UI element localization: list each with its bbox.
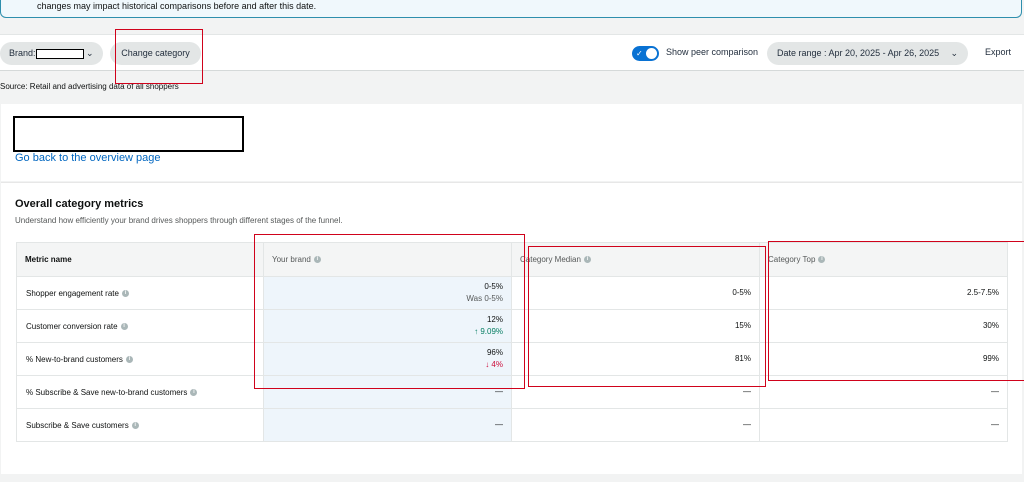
your-brand-value: 0-5% Was 0-5% [263,276,512,310]
column-header-category-median: Category Median i [511,242,760,277]
metric-name: Shopper engagement rate i [16,276,264,310]
info-icon[interactable]: i [583,256,591,264]
redacted-brand-title [13,116,244,152]
metric-name: % Subscribe & Save new-to-brand customer… [16,375,264,409]
table-row: % New-to-brand customers i 96% ↓ 4% 81% 99… [16,342,1008,376]
info-icon[interactable]: i [121,289,129,297]
brand-header-card: Go back to the overview page [1,104,1022,181]
category-median-value: 15% [511,309,760,343]
category-median-value: 81% [511,342,760,376]
table-row: Subscribe & Save customers i — — — [16,408,1008,442]
info-icon[interactable]: i [125,355,133,363]
info-icon[interactable]: i [818,256,826,264]
peer-comparison-toggle[interactable]: ✓ [632,46,659,61]
metrics-card: Overall category metrics Understand how … [1,182,1022,474]
data-source-note: Source: Retail and advertising data of a… [0,82,179,91]
column-header-category-top: Category Top i [759,242,1008,277]
category-top-value: 99% [759,342,1008,376]
banner-text: changes may impact historical comparison… [37,1,317,11]
category-top-value: — [759,408,1008,442]
column-header-your-brand: Your brand i [263,242,512,277]
category-top-value: 2.5-7.5% [759,276,1008,310]
metrics-subtitle: Understand how efficiently your brand dr… [15,216,343,225]
table-row: % Subscribe & Save new-to-brand customer… [16,375,1008,409]
metric-name: Subscribe & Save customers i [16,408,264,442]
toolbar: Brand: ⌄ Change category ✓ Show peer com… [0,34,1024,71]
brand-label: Brand: [9,48,36,58]
change-down-indicator: ↓ 4% [485,360,503,369]
previous-value: Was 0-5% [466,294,503,303]
info-icon[interactable]: i [131,421,139,429]
change-category-button[interactable]: Change category [110,42,201,65]
metric-name: % New-to-brand customers i [16,342,264,376]
brand-selector[interactable]: Brand: ⌄ [0,42,103,65]
table-header-row: Metric name Your brand i Category Median i… [16,242,1008,277]
info-icon[interactable]: i [120,322,128,330]
category-top-value: — [759,375,1008,409]
table-row: Shopper engagement rate i 0-5% Was 0-5% 0-… [16,276,1008,310]
change-up-indicator: ↑ 9.09% [474,327,503,336]
export-button[interactable]: Export [985,47,1011,57]
your-brand-value: 12% ↑ 9.09% [263,309,512,343]
table-row: Customer conversion rate i 12% ↑ 9.09% 15%… [16,309,1008,343]
your-brand-value: 96% ↓ 4% [263,342,512,376]
metrics-table: Metric name Your brand i Category Median i… [16,242,1008,442]
check-icon: ✓ [636,49,643,58]
chevron-down-icon: ⌄ [86,48,94,58]
category-median-value: 0-5% [511,276,760,310]
metrics-title: Overall category metrics [15,198,144,210]
toggle-knob [646,48,657,59]
date-range-label: Date range : Apr 20, 2025 - Apr 26, 2025 [777,48,940,58]
redacted-brand-name [36,49,84,59]
your-brand-value: — [263,375,512,409]
column-header-metric: Metric name [16,242,264,277]
date-range-selector[interactable]: Date range : Apr 20, 2025 - Apr 26, 2025… [767,42,968,65]
category-median-value: — [511,408,760,442]
category-top-value: 30% [759,309,1008,343]
your-brand-value: — [263,408,512,442]
metric-name: Customer conversion rate i [16,309,264,343]
info-icon[interactable]: i [190,388,198,396]
peer-comparison-label: Show peer comparison [666,47,759,57]
chevron-down-icon: ⌄ [950,48,958,58]
back-to-overview-link[interactable]: Go back to the overview page [15,152,161,164]
info-banner: changes may impact historical comparison… [0,0,1022,18]
category-median-value: — [511,375,760,409]
info-icon[interactable]: i [313,256,321,264]
